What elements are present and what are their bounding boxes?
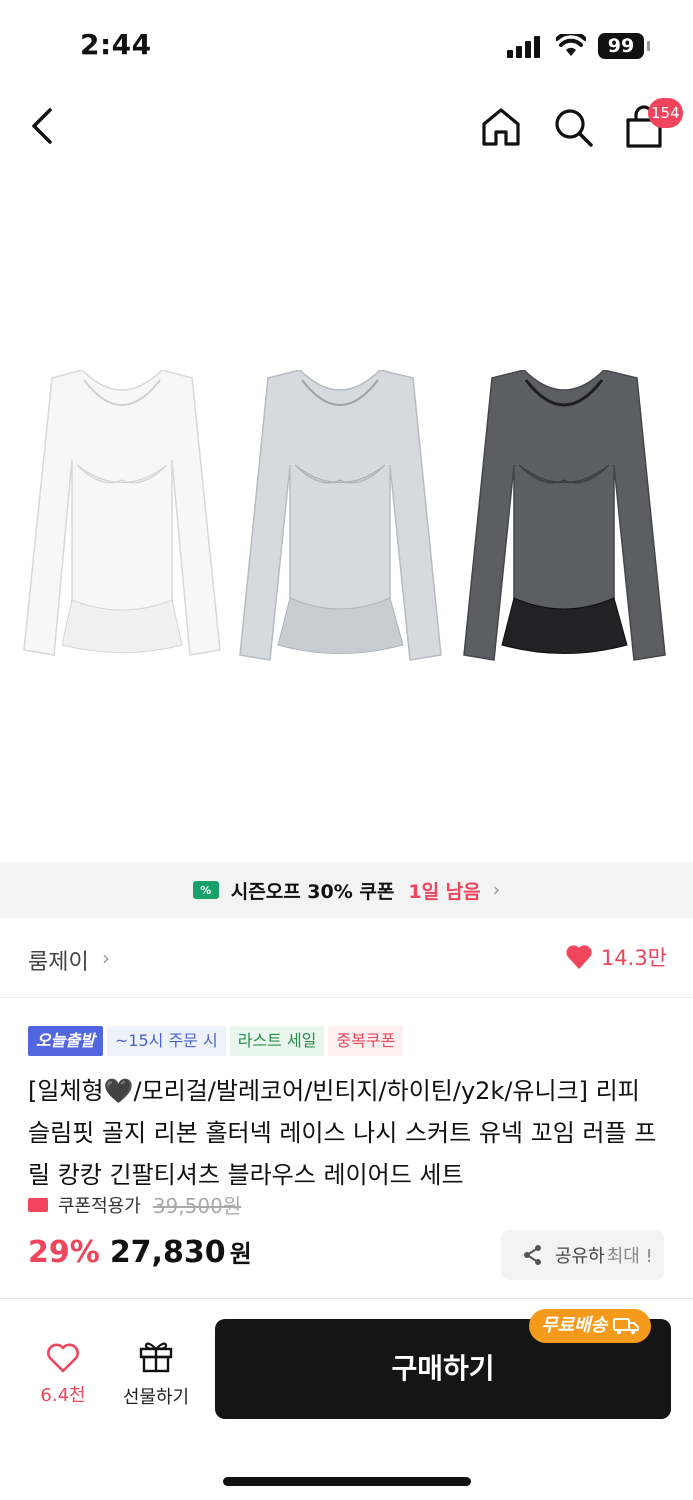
share-icon [524,1245,541,1265]
cart-count-badge: 154 [648,98,683,128]
coupon-banner-text: 시즌오프 30% 쿠폰 [230,880,395,903]
top-nav [0,90,693,165]
product-title: [일체형🖤/모리걸/발레코어/빈티지/하이틴/y2k/유니크] 리피 슬림핏 골… [28,1077,657,1189]
sale-price: 27,830 [109,1235,226,1270]
coupon-ticket-icon: % [192,881,219,899]
shop-like-count: 14.3만 [600,946,667,970]
wifi-icon [556,34,586,56]
coupon-price-line: 쿠폰적용가 39,500원 [28,1190,241,1219]
chevron-right-icon: › [492,879,501,901]
discount-rate: 29% [28,1235,100,1270]
currency-unit: 원 [229,1240,252,1268]
truck-icon [613,1318,640,1335]
product-variant-charcoal [463,370,666,661]
shop-like-button[interactable]: 14.3만 [565,942,667,972]
gift-button[interactable]: 선물하기 [116,1339,196,1409]
coupon-price-label: 쿠폰적용가 [58,1195,141,1217]
tag-last-sale: 라스트 세일 [229,1026,325,1056]
product-variant-white [23,370,221,656]
price-line: 29% 27,830 원 [28,1234,252,1270]
tag-today-ship: 오늘출발 [28,1026,103,1056]
back-icon[interactable] [28,106,58,146]
season-coupon-banner[interactable]: % 시즌오프 30% 쿠폰 1일 남음 › [0,862,693,918]
tag-double-coupon: 중복쿠폰 [328,1026,404,1056]
search-icon[interactable] [552,106,594,148]
home-indicator [223,1477,471,1486]
bottom-action-bar: 6.4천 선물하기 구매하기 무료배송 [0,1298,693,1500]
status-time: 2:44 [80,28,152,61]
free-shipping-label: 무료배송 [541,1315,608,1336]
gift-label: 선물하기 [122,1387,190,1408]
share-button[interactable]: 공유하 최대 ! [501,1230,664,1280]
battery-cap [647,41,650,51]
tag-order-deadline: ~15시 주문 시 [106,1026,226,1056]
free-shipping-badge: 무료배송 [529,1309,652,1343]
heart-outline-icon [47,1343,79,1373]
battery-icon: 99 [598,33,644,59]
share-label: 공유하 [555,1246,605,1267]
signal-icon [507,36,540,58]
coupon-ticket-icon [28,1197,48,1212]
shop-row: 룸제이 › 14.3만 [0,918,693,998]
wishlist-count: 6.4천 [40,1385,86,1406]
chevron-right-icon: › [102,946,110,970]
original-price: 39,500원 [152,1194,242,1218]
share-max-label: 최대 ! [606,1246,653,1267]
product-variant-gray [239,370,442,661]
product-image[interactable] [0,170,693,860]
home-icon[interactable] [480,106,522,148]
heart-icon [566,945,592,969]
gift-icon [139,1342,173,1373]
coupon-remaining: 1일 남음 [408,880,481,903]
status-bar: 2:44 99 [0,0,693,90]
wishlist-button[interactable]: 6.4천 [30,1343,96,1407]
shop-name-link[interactable]: 룸제이 [28,944,89,976]
product-tags: 오늘출발 ~15시 주문 시 라스트 세일 중복쿠폰 [28,1026,404,1056]
